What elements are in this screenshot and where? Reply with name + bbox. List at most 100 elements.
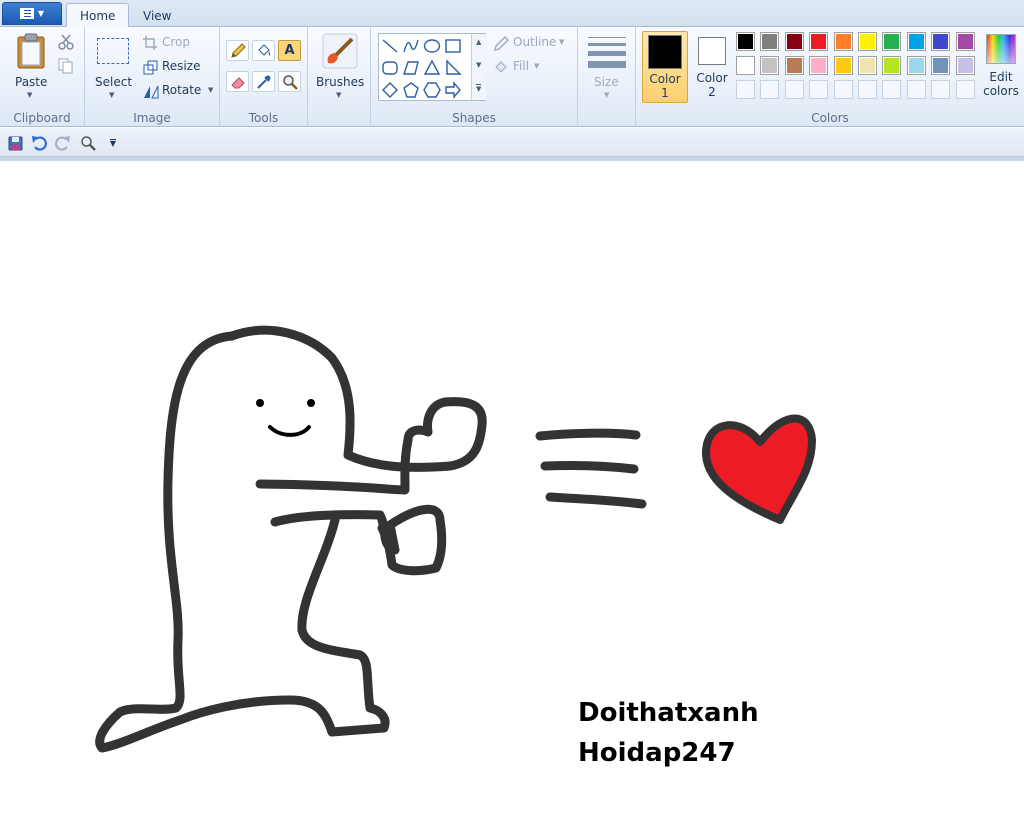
crop-label: Crop xyxy=(162,35,191,49)
zoom-button[interactable] xyxy=(79,134,97,152)
save-button[interactable] xyxy=(6,134,24,152)
rounded-rectangle-shape[interactable] xyxy=(380,58,400,78)
resize-button[interactable]: Resize xyxy=(141,59,213,77)
chevron-down-icon: ▼ xyxy=(534,62,540,70)
custom-color-slot[interactable] xyxy=(784,80,804,99)
palette-swatch[interactable] xyxy=(736,56,755,75)
right-arrow-shape[interactable] xyxy=(443,80,463,100)
app-menu-button[interactable]: ▼ xyxy=(2,2,62,25)
cut-icon[interactable] xyxy=(58,34,74,50)
magnifier-tool[interactable] xyxy=(278,71,301,92)
rectangle-shape[interactable] xyxy=(443,36,463,56)
pentagon-shape[interactable] xyxy=(401,80,421,100)
color-picker-tool[interactable] xyxy=(252,71,275,92)
chevron-down-icon: ▼ xyxy=(336,91,342,99)
triangle-shape[interactable] xyxy=(422,58,442,78)
palette-swatch[interactable] xyxy=(833,32,853,51)
size-button[interactable]: Size ▼ xyxy=(583,31,631,101)
palette-swatch[interactable] xyxy=(906,32,926,51)
diamond-shape[interactable] xyxy=(380,80,400,100)
outline-button[interactable]: Outline ▼ xyxy=(491,35,573,53)
oval-shape[interactable] xyxy=(422,36,442,56)
palette-swatch[interactable] xyxy=(882,32,902,51)
custom-color-slot[interactable] xyxy=(833,80,853,99)
line-shape[interactable] xyxy=(380,36,400,56)
palette-swatch[interactable] xyxy=(931,56,951,75)
undo-button[interactable] xyxy=(30,134,48,152)
custom-color-slot[interactable] xyxy=(906,80,926,99)
customize-toolbar-button[interactable]: ▼ xyxy=(104,134,122,152)
palette-swatch[interactable] xyxy=(858,32,877,51)
rounded-rectangle-icon xyxy=(382,61,398,75)
line-icon xyxy=(382,39,398,53)
shapes-scrollbar[interactable]: ▲ ▼ ▼ xyxy=(471,34,486,100)
color-palette xyxy=(736,32,980,104)
rectangle-icon xyxy=(445,39,461,53)
brushes-group: Brushes ▼ xyxy=(308,27,371,127)
fill-tool[interactable] xyxy=(252,40,275,61)
custom-color-slot[interactable] xyxy=(760,80,780,99)
left-eye xyxy=(256,399,264,407)
brushes-button[interactable]: Brushes ▼ xyxy=(312,31,368,101)
pencil-tool[interactable] xyxy=(226,40,249,61)
drawing-canvas[interactable]: Doithatxanh Hoidap247 xyxy=(0,161,1024,816)
hexagon-shape[interactable] xyxy=(422,80,442,100)
palette-swatch[interactable] xyxy=(784,56,804,75)
brush-icon xyxy=(322,33,358,69)
tab-view[interactable]: View xyxy=(130,3,184,28)
select-button[interactable]: Select ▼ xyxy=(91,31,135,101)
tab-home[interactable]: Home xyxy=(66,3,130,28)
custom-color-slot[interactable] xyxy=(931,80,951,99)
paint-bucket-icon xyxy=(257,43,270,56)
magnifier-icon xyxy=(282,74,298,90)
rotate-button[interactable]: Rotate ▼ xyxy=(141,83,217,101)
custom-color-slot[interactable] xyxy=(736,80,755,99)
chevron-down-icon: ▼ xyxy=(604,91,610,99)
palette-swatch[interactable] xyxy=(809,56,829,75)
scroll-down-icon[interactable]: ▼ xyxy=(476,61,481,69)
curve-icon xyxy=(403,39,419,53)
palette-swatch[interactable] xyxy=(955,56,975,75)
palette-swatch[interactable] xyxy=(882,56,902,75)
polygon-icon xyxy=(403,61,419,75)
ribbon-tabstrip: ▼ Home View xyxy=(0,0,1024,28)
palette-swatch[interactable] xyxy=(906,56,926,75)
palette-swatch[interactable] xyxy=(858,56,877,75)
curve-shape[interactable] xyxy=(401,36,421,56)
palette-swatch[interactable] xyxy=(760,56,780,75)
custom-color-slot[interactable] xyxy=(858,80,877,99)
palette-swatch[interactable] xyxy=(955,32,975,51)
custom-color-slot[interactable] xyxy=(955,80,975,99)
copy-icon[interactable] xyxy=(58,58,74,74)
palette-swatch[interactable] xyxy=(760,32,780,51)
eraser-tool[interactable] xyxy=(226,71,249,92)
rainbow-icon xyxy=(986,34,1016,64)
fill-button[interactable]: Fill ▼ xyxy=(491,59,551,77)
scroll-up-icon[interactable]: ▲ xyxy=(476,38,481,46)
crop-button[interactable]: Crop xyxy=(141,35,211,53)
redo-button[interactable] xyxy=(54,134,72,152)
chevron-down-icon: ▼ xyxy=(109,138,117,148)
color2-swatch xyxy=(698,37,726,65)
ribbon: Paste ▼ Clipboard Select ▼ Crop Resize R… xyxy=(0,27,1024,127)
palette-swatch[interactable] xyxy=(784,32,804,51)
size-group: Size ▼ xyxy=(578,27,636,127)
palette-swatch[interactable] xyxy=(931,32,951,51)
polygon-shape[interactable] xyxy=(401,58,421,78)
text-tool[interactable]: A xyxy=(278,40,301,61)
fill-icon xyxy=(495,61,507,73)
color2-selector[interactable]: Color 2 xyxy=(689,31,735,103)
right-triangle-shape[interactable] xyxy=(443,58,463,78)
palette-swatch[interactable] xyxy=(736,32,755,51)
edit-colors-button[interactable]: Edit colors xyxy=(980,31,1022,103)
shapes-gallery[interactable]: ▲ ▼ ▼ xyxy=(378,33,486,101)
palette-swatch[interactable] xyxy=(833,56,853,75)
paste-button[interactable]: Paste ▼ xyxy=(6,31,54,101)
diamond-icon xyxy=(382,82,398,98)
custom-color-slot[interactable] xyxy=(882,80,902,99)
custom-color-slot[interactable] xyxy=(809,80,829,99)
palette-swatch[interactable] xyxy=(809,32,829,51)
color1-selector[interactable]: Color 1 xyxy=(642,31,688,103)
canvas-text-line-2: Hoidap247 xyxy=(578,738,736,768)
expand-gallery-icon[interactable]: ▼ xyxy=(476,84,482,93)
